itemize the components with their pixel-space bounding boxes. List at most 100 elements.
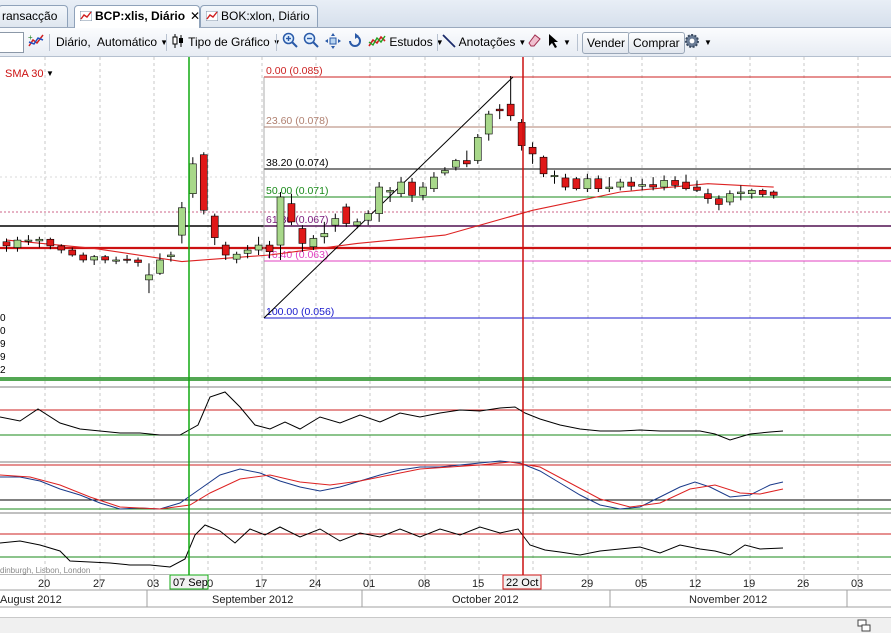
fibonacci-retracement[interactable]: 0.00 (0.085) 23.60 (0.078) 38.20 (0.074) 50… [263,65,891,319]
candle-body [156,259,164,274]
cci-line [0,391,784,441]
trendline-icon [442,34,456,48]
cursor-date-label: 22 Oct [506,577,538,589]
left-axis-value: 9 [0,339,6,350]
x-tick-label: 01 [363,578,375,590]
x-tick-label: 27 [93,578,105,590]
settings-dropdown[interactable]: ▼ [683,32,712,52]
month-label: November 2012 [689,594,767,606]
candle-body [693,186,701,191]
candle-body [221,244,230,256]
tab-bcp-chart[interactable]: BCP:xlis, Diário ✕ [74,5,200,28]
pan-icon[interactable] [324,32,342,52]
left-axis-value: 2 [0,365,6,376]
price-chart[interactable]: 0.00 (0.085) 23.60 (0.078) 38.20 (0.074) 50… [0,57,891,617]
chart-icon [206,11,218,21]
left-axis-value: 0 [0,313,6,324]
stoch-k-line [0,460,784,510]
x-tick-label: 12 [689,578,701,590]
candle-body [309,238,318,248]
candle-body [353,221,362,226]
interval-label: Diário, [56,35,91,49]
status-bar [0,617,891,633]
x-tick-label: 03 [147,578,159,590]
fib-level-label: 38.20 (0.074) [266,157,328,169]
candle-body [320,233,329,238]
chart-type-dropdown[interactable]: Tipo de Gráfico▼ [171,32,281,52]
candle-body [79,254,88,261]
tab-bar: ransacção BCP:xlis, Diário ✕ BOK:xlon, Di… [0,0,891,28]
candle-body [638,184,646,187]
toolbar-separator [166,34,167,51]
tab-transaction[interactable]: ransacção [0,5,68,27]
studies-label: Estudos [389,35,433,49]
candle-body [758,190,767,195]
sma-indicator-label[interactable]: SMA 30 [5,68,44,80]
chart-area[interactable]: 0.00 (0.085) 23.60 (0.078) 38.20 (0.074) 50… [0,57,891,617]
connection-icon[interactable] [857,619,871,632]
zoom-in-icon[interactable] [282,32,298,52]
tab-bok-chart[interactable]: BOK:xlon, Diário [200,5,318,27]
left-axis-value: 9 [0,352,6,363]
candle-body [276,196,285,246]
x-tick-label: 26 [797,578,809,590]
candle-body [364,213,372,221]
chevron-down-icon: ▼ [563,38,571,47]
close-icon[interactable]: ✕ [190,9,199,23]
candle-body [90,256,98,261]
candle-body [13,239,22,248]
candle-body [572,178,581,190]
toolbar-separator [437,34,438,51]
candle-body [178,207,186,236]
candle-body [397,181,405,194]
toolbar-separator [49,34,50,51]
candle-body [243,249,252,254]
candle-body [616,181,625,188]
candle-body [583,178,592,190]
gear-icon [685,34,699,48]
candle-body [24,239,33,242]
fib-level-label: 100.00 (0.056) [266,306,334,318]
grid-lines [0,57,891,573]
candle-body [594,178,603,190]
candle-body [495,108,504,112]
studies-icon [368,35,386,47]
candle-body [682,181,690,190]
eraser-icon[interactable] [526,32,542,52]
candle-body [649,184,657,188]
candle-body [671,180,679,186]
sell-button[interactable]: Vender [582,32,631,54]
candle-body [265,244,274,252]
tab-label: ransacção [2,9,58,23]
zoom-out-icon[interactable] [303,32,319,52]
candle-body [561,177,570,188]
symbol-input[interactable] [0,32,24,53]
candle-body [46,238,55,247]
reset-view-icon[interactable] [346,32,364,52]
candle-body [747,190,756,194]
buy-button[interactable]: Comprar [628,32,685,54]
candle-body [232,253,241,260]
candle-body [704,193,712,199]
compare-icon[interactable]: + [27,32,45,52]
svg-text:+: + [28,33,33,42]
indicator-menu-icon[interactable]: ▼ [46,69,54,78]
candle-body [342,206,351,224]
x-tick-label: 03 [851,578,863,590]
cursor-arrow-icon [549,34,558,48]
candle-body [528,146,537,155]
fib-level-label: 23.60 (0.078) [266,115,328,127]
candle-body [452,160,460,168]
scale-label: Automático [97,35,158,49]
interval-dropdown[interactable]: Diário, Automático ▼ [56,32,168,52]
indicator-panes [0,211,891,576]
candle-body [419,186,427,196]
candle-body [254,244,263,251]
pointer-dropdown[interactable]: ▼ [548,32,571,52]
month-label: August 2012 [0,594,62,606]
candle-body [298,228,307,244]
momentum-line [0,524,784,568]
candle-body [2,241,11,247]
studies-dropdown[interactable]: Estudos ▼ [368,32,444,52]
annotations-dropdown[interactable]: Anotações ▼ [442,32,526,52]
